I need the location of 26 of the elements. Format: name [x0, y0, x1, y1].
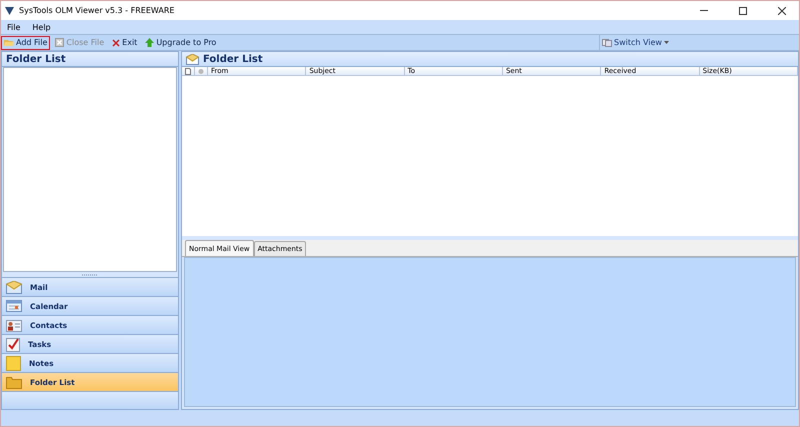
open-folder-icon [4, 38, 14, 47]
toolbar-button[interactable]: Upgrade to Pro [142, 36, 220, 50]
sticky-note-icon [6, 356, 21, 370]
menu-item[interactable]: Help [32, 22, 51, 32]
up-arrow-icon [145, 38, 154, 47]
toolbar-button[interactable]: Add File [1, 36, 50, 50]
toolbar-button[interactable]: Exit [109, 36, 140, 50]
windows-icon [602, 38, 612, 46]
panel-title: Folder List [2, 52, 178, 67]
window-title: SysTools OLM Viewer v5.3 - FREEWARE [19, 6, 176, 15]
app-logo-icon [5, 6, 14, 15]
folder-icon [6, 376, 22, 388]
panel-title-text: Folder List [203, 54, 263, 64]
switch-view-button[interactable]: Switch View [599, 35, 799, 50]
document-icon [185, 68, 191, 74]
clipboard-check-icon [6, 336, 20, 352]
maximize-icon[interactable] [739, 6, 747, 14]
menu-item[interactable]: File [7, 22, 20, 32]
close-icon[interactable] [778, 6, 786, 14]
close-icon [112, 38, 120, 46]
caret-icon [664, 41, 669, 44]
envelope-icon [186, 54, 199, 64]
close-icon [55, 38, 64, 47]
envelope-icon [6, 280, 22, 294]
calendar-icon [6, 300, 22, 312]
contact-card-icon [6, 318, 22, 332]
